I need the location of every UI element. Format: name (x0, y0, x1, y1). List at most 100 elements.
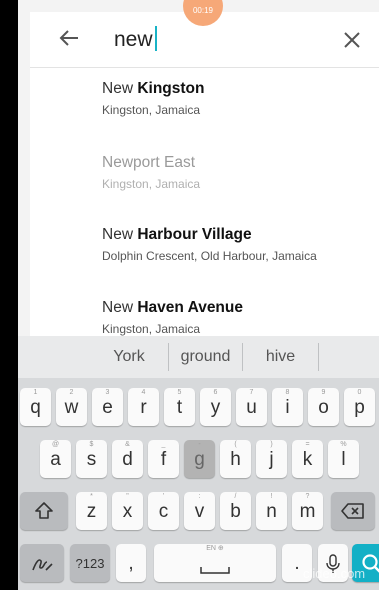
shift-key[interactable] (20, 492, 68, 530)
key-n[interactable]: ! n (256, 492, 287, 530)
key-label: s (86, 449, 97, 470)
suggestion-divider (318, 343, 319, 371)
key-hint: / (234, 493, 237, 500)
space-key[interactable]: EN ⊕ (154, 544, 276, 582)
search-input[interactable]: new (114, 26, 157, 52)
key-s[interactable]: $ s (76, 440, 107, 478)
key-hint: ' (162, 493, 165, 500)
result-title: Newport East (102, 154, 372, 172)
key-label: z (86, 501, 97, 522)
space-icon (200, 567, 230, 574)
key-g[interactable]: -g (184, 440, 215, 478)
result-item[interactable]: New Haven Avenue Kingston, Jamaica (102, 299, 372, 336)
result-title-prefix: New (102, 226, 134, 243)
key-q[interactable]: 1q (20, 388, 51, 426)
key-label: h (230, 449, 241, 470)
key-u[interactable]: 7u (236, 388, 267, 426)
key-x[interactable]: " x (112, 492, 143, 530)
result-item[interactable]: New Harbour Village Dolphin Crescent, Ol… (102, 226, 372, 263)
result-item[interactable]: Newport East Kingston, Jamaica (102, 154, 372, 191)
key-hint: 4 (141, 389, 146, 396)
suggestion-1[interactable]: York (90, 336, 168, 378)
key-hint: $ (89, 441, 94, 448)
key-label: q (30, 397, 41, 418)
key-hint: _ (161, 441, 166, 448)
back-arrow-icon[interactable] (58, 27, 80, 49)
key-d[interactable]: & d (112, 440, 143, 478)
key-w[interactable]: 2w (56, 388, 87, 426)
result-subtitle: Dolphin Crescent, Old Harbour, Jamaica (102, 249, 317, 263)
search-input-value: new (114, 28, 153, 51)
suggestion-3[interactable]: hive (243, 336, 318, 378)
key-label: u (246, 397, 257, 418)
symbols-key[interactable]: ?123 (70, 544, 110, 582)
key-label: e (102, 397, 113, 418)
result-subtitle: Kingston, Jamaica (102, 103, 201, 117)
key-label: p (354, 397, 365, 418)
comma-key[interactable]: , (116, 544, 146, 582)
result-title-prefix: Newport East (102, 154, 196, 171)
key-hint: 7 (249, 389, 254, 396)
key-hint: " (126, 493, 129, 500)
key-i[interactable]: 8i (272, 388, 303, 426)
key-label: k (302, 449, 313, 470)
result-subtitle: Kingston, Jamaica (102, 177, 201, 191)
key-l[interactable]: % l (328, 440, 359, 478)
key-hint: ? (305, 493, 310, 500)
key-o[interactable]: 9o (308, 388, 339, 426)
key-label: n (266, 501, 277, 522)
key-hint: = (305, 441, 310, 448)
key-b[interactable]: / b (220, 492, 251, 530)
key-label: . (294, 553, 300, 574)
key-label: r (140, 397, 147, 418)
clear-icon[interactable] (343, 31, 361, 49)
key-e[interactable]: 3e (92, 388, 123, 426)
result-title-match: Kingston (133, 80, 205, 97)
key-t[interactable]: 5t (164, 388, 195, 426)
result-item[interactable]: New Kingston Kingston, Jamaica (102, 80, 372, 117)
suggestion-2[interactable]: ground (169, 336, 242, 378)
key-h[interactable]: (h (220, 440, 251, 478)
key-a[interactable]: @ a (40, 440, 71, 478)
result-title: New Haven Avenue (102, 299, 372, 317)
key-v[interactable]: :v (184, 492, 215, 530)
result-title-prefix: New (102, 299, 134, 316)
key-k[interactable]: = k (292, 440, 323, 478)
key-hint: * (90, 493, 93, 500)
key-label: d (122, 449, 133, 470)
key-hint: & (125, 441, 130, 448)
result-title: New Harbour Village (102, 226, 372, 244)
key-label: g (194, 449, 205, 470)
key-hint: 2 (69, 389, 74, 396)
backspace-key[interactable] (331, 492, 375, 530)
key-label: y (210, 397, 221, 418)
key-label: v (194, 501, 205, 522)
on-screen-keyboard: York ground hive 1q 2w 3e 4r 5t 6y 7u 8i… (18, 336, 379, 590)
result-title-match: Haven Avenue (133, 299, 243, 316)
key-y[interactable]: 6y (200, 388, 231, 426)
key-label: f (160, 449, 167, 470)
key-m[interactable]: ? m (292, 492, 323, 530)
watermark-text: clideo.com (303, 566, 366, 581)
key-z[interactable]: * z (76, 492, 107, 530)
key-j[interactable]: ) j (256, 440, 287, 478)
key-hint: 0 (357, 389, 362, 396)
key-label: m (299, 501, 316, 522)
key-c[interactable]: ' c (148, 492, 179, 530)
key-label: t (176, 397, 183, 418)
handwriting-key[interactable] (20, 544, 64, 582)
key-f[interactable]: _ f (148, 440, 179, 478)
suggestion-strip: York ground hive (18, 336, 379, 378)
key-hint: @ (51, 441, 60, 448)
key-p[interactable]: 0p (344, 388, 375, 426)
key-hint: ( (234, 441, 237, 448)
key-hint: : (198, 493, 201, 500)
key-hint: ) (270, 441, 273, 448)
key-r[interactable]: 4r (128, 388, 159, 426)
phone-screen: new 00:19 New Kingston Kingston, Jamaica… (18, 0, 379, 590)
key-hint: % (340, 441, 347, 448)
key-label: w (64, 397, 79, 418)
key-hint: 5 (177, 389, 182, 396)
key-label: i (285, 397, 290, 418)
key-hint: 3 (105, 389, 110, 396)
